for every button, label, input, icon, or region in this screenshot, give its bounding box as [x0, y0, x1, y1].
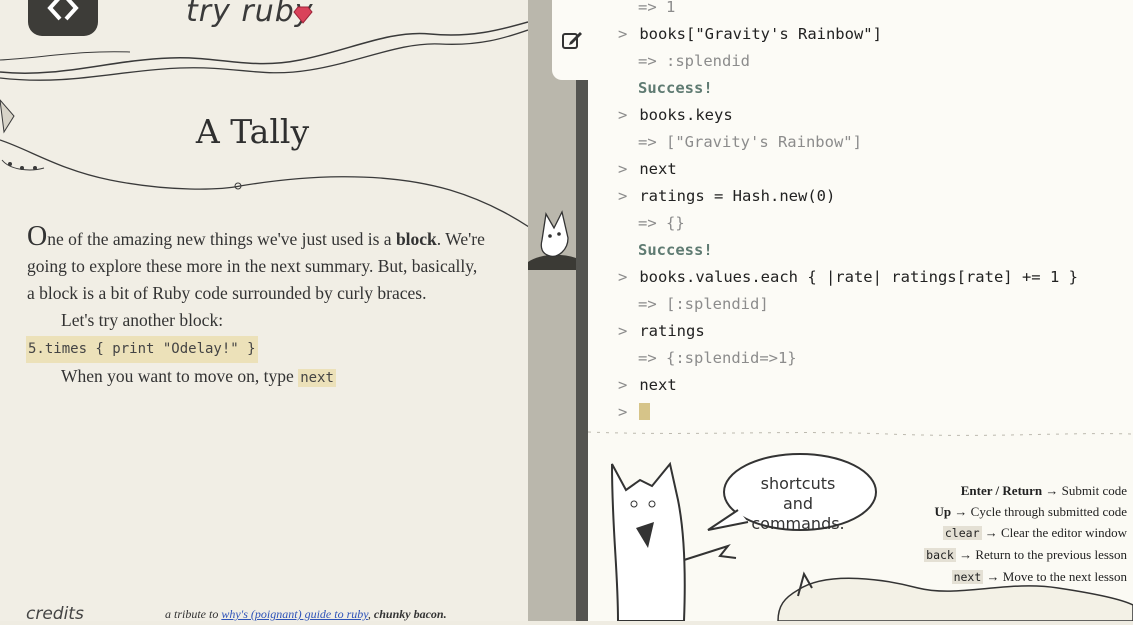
console-input-text: ratings = Hash.new(0): [639, 187, 836, 205]
paragraph-text: ne of the amazing new things we've just …: [47, 229, 396, 249]
console-result-text: => 1: [638, 0, 676, 16]
console-prompt: >: [618, 160, 628, 178]
console-input-text: next: [639, 160, 677, 178]
console-input-line: > books.values.each { |rate| ratings[rate…: [618, 264, 1078, 291]
console-input-line: > next: [618, 156, 677, 183]
panel-divider: [528, 0, 576, 621]
console-input-text: books.values.each { |rate| ratings[rate]…: [639, 268, 1078, 286]
console-input-line: > books.keys: [618, 102, 733, 129]
console-result-text: => [:splendid]: [638, 295, 769, 313]
code-console[interactable]: => 1 > books["Gravity's Rainbow"] => :splen…: [588, 0, 1133, 430]
drop-cap: O: [27, 221, 48, 252]
console-input-text: books["Gravity's Rainbow"]: [639, 25, 882, 43]
bubble-line: commands.: [751, 514, 845, 533]
console-input-line: > books["Gravity's Rainbow"]: [618, 21, 882, 48]
arrow-icon: →: [951, 504, 971, 519]
edit-icon: [562, 32, 582, 49]
console-prompt: >: [618, 106, 628, 124]
console-result-line: => :splendid: [618, 48, 750, 75]
console-cursor[interactable]: [639, 403, 651, 420]
success-message: Success!: [638, 241, 713, 259]
tribute-prefix: a tribute to: [165, 607, 222, 621]
lesson-paragraph: Let's try another block:: [61, 310, 224, 330]
console-result-text: => ["Gravity's Rainbow"]: [638, 133, 862, 151]
shortcut-description: Clear the editor window: [1001, 525, 1127, 540]
console-prompt: >: [618, 322, 628, 340]
shortcut-row: back → Return to the previous lesson: [895, 544, 1127, 566]
ruby-gem-icon: [293, 6, 313, 24]
bubble-line: and: [782, 494, 814, 513]
divider-shadow: [576, 0, 588, 621]
success-message: Success!: [638, 79, 713, 97]
bubble-line: shortcuts: [760, 474, 836, 493]
shortcut-row: Up → Cycle through submitted code: [895, 501, 1127, 522]
home-logo-button[interactable]: [28, 0, 98, 36]
console-prompt: >: [618, 403, 628, 421]
shortcut-key: back: [924, 548, 956, 562]
console-input-line: > next: [618, 372, 677, 399]
console-result-line: => {}: [618, 210, 685, 237]
shortcut-row: Enter / Return → Submit code: [895, 480, 1127, 501]
shortcut-description: Move to the next lesson: [1002, 569, 1127, 584]
arrow-icon: →: [1042, 483, 1062, 498]
poignant-guide-link[interactable]: why's (poignant) guide to ruby: [221, 607, 368, 621]
shortcut-description: Submit code: [1061, 483, 1127, 498]
shortcut-key: next: [951, 570, 984, 584]
shortcut-key: clear: [942, 526, 982, 540]
shortcuts-bubble-text: shortcuts and commands.: [748, 474, 848, 534]
lesson-paragraph: When you want to move on, type next: [27, 363, 487, 392]
lesson-title: A Tally: [195, 112, 310, 151]
next-command-code[interactable]: next: [298, 369, 336, 387]
code-example-row: 5.times { print "Odelay!" }: [26, 334, 487, 363]
shortcut-key: Up: [934, 504, 952, 519]
editor-toggle-button[interactable]: [552, 0, 592, 80]
arrow-icon: →: [955, 547, 976, 562]
console-input-line: > ratings = Hash.new(0): [618, 183, 835, 210]
tribute-text: a tribute to why's (poignant) guide to r…: [165, 607, 447, 621]
console-prompt: >: [618, 187, 628, 205]
console-input-text: ratings: [639, 322, 705, 340]
console-result-line: => [:splendid]: [618, 291, 769, 318]
console-result-text: => :splendid: [638, 52, 750, 70]
shortcut-row: next → Move to the next lesson: [895, 566, 1127, 588]
fox-illustration: [528, 210, 576, 270]
console-success-line: Success!: [618, 237, 713, 264]
chunky-bacon-text: chunky bacon.: [373, 607, 447, 621]
console-prompt: >: [618, 25, 628, 43]
console-success-line: Success!: [618, 75, 713, 102]
lesson-paragraph: One of the amazing new things we've just…: [27, 223, 487, 307]
console-active-line[interactable]: >: [618, 399, 651, 426]
console-result-text: => {:splendid=>1}: [638, 349, 797, 367]
credits-link[interactable]: credits: [26, 604, 84, 621]
console-prompt: >: [618, 376, 628, 394]
lesson-content: One of the amazing new things we've just…: [26, 223, 487, 392]
console-result-line: => 1: [618, 0, 675, 21]
shortcut-row: clear → Clear the editor window: [895, 522, 1127, 544]
console-result-line: => {:splendid=>1}: [618, 345, 797, 372]
code-example[interactable]: 5.times { print "Odelay!" }: [26, 336, 258, 363]
bold-term: block: [395, 229, 437, 249]
paragraph-text: When you want to move on, type: [61, 366, 299, 386]
shortcut-list: Enter / Return → Submit code Up → Cycle t…: [895, 480, 1127, 588]
shortcut-description: Return to the previous lesson: [975, 547, 1127, 562]
arrow-icon: →: [983, 569, 1003, 584]
console-result-text: => {}: [638, 214, 685, 232]
arrow-icon: →: [981, 525, 1001, 540]
console-input-text: books.keys: [639, 106, 733, 124]
console-prompt: >: [618, 268, 628, 286]
console-input-line: > ratings: [618, 318, 705, 345]
console-result-line: => ["Gravity's Rainbow"]: [618, 129, 862, 156]
shortcut-description: Cycle through submitted code: [970, 504, 1127, 519]
lesson-panel: try ruby A Tally One of the amazing new …: [0, 0, 528, 621]
shortcut-key: Enter / Return: [960, 483, 1043, 498]
code-brackets-icon: [47, 0, 79, 21]
console-input-text: next: [639, 376, 677, 394]
